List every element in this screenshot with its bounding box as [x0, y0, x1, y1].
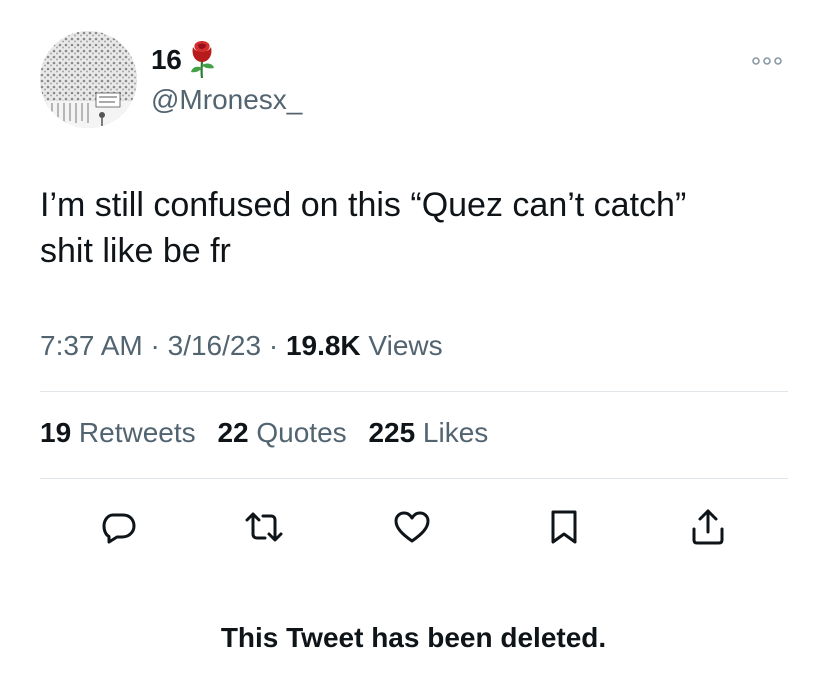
rose-icon [190, 41, 214, 78]
likes-count: 225 [368, 417, 416, 448]
retweet-button[interactable] [242, 505, 286, 549]
meta-separator: · [261, 330, 286, 361]
like-button[interactable] [390, 505, 434, 549]
meta-separator: · [142, 330, 168, 361]
like-icon [394, 511, 430, 543]
deleted-tweet-notice: This Tweet has been deleted. [220, 622, 607, 653]
tweet-time[interactable]: 7:37 AM [40, 330, 143, 361]
more-options-icon[interactable] [749, 54, 785, 68]
action-bar [0, 500, 827, 550]
tweet-text: I’m still confused on this “Quez can’t c… [40, 182, 780, 274]
tweet-date[interactable]: 3/16/23 [168, 330, 261, 361]
reply-icon [102, 513, 136, 544]
divider [40, 391, 788, 392]
reply-button[interactable] [97, 505, 141, 549]
divider [40, 478, 788, 479]
bookmark-icon [551, 510, 577, 544]
views-count: 19.8K [285, 330, 361, 361]
avatar-image [40, 31, 137, 128]
share-icon [692, 509, 724, 545]
author-name-row[interactable]: 16 [151, 41, 220, 78]
quotes-label: Quotes [248, 417, 347, 448]
bookmark-button[interactable] [542, 505, 586, 549]
avatar[interactable] [40, 31, 137, 128]
tweet-card: 16 @Mronesx_ I’m still confused on this … [0, 0, 827, 675]
engagement-stats: 19 Retweets 22 Quotes 225 Likes [40, 417, 502, 449]
user-handle[interactable]: @Mronesx_ [151, 84, 302, 116]
likes-stat[interactable]: 225 Likes [368, 417, 488, 448]
retweets-stat[interactable]: 19 Retweets [40, 417, 196, 448]
tweet-text-line: I’m still confused on this “Quez can’t c… [40, 186, 687, 224]
retweets-label: Retweets [71, 417, 196, 448]
tweet-meta: 7:37 AM · 3/16/23 · 19.8K Views [40, 330, 443, 362]
quotes-stat[interactable]: 22 Quotes [217, 417, 346, 448]
share-button[interactable] [686, 505, 730, 549]
retweets-count: 19 [40, 417, 72, 448]
quotes-count: 22 [217, 417, 249, 448]
likes-label: Likes [415, 417, 489, 448]
display-name[interactable]: 16 [151, 44, 182, 76]
tweet-text-line: shit like be fr [40, 232, 231, 270]
views-label: Views [360, 330, 443, 361]
retweet-icon [245, 512, 283, 542]
